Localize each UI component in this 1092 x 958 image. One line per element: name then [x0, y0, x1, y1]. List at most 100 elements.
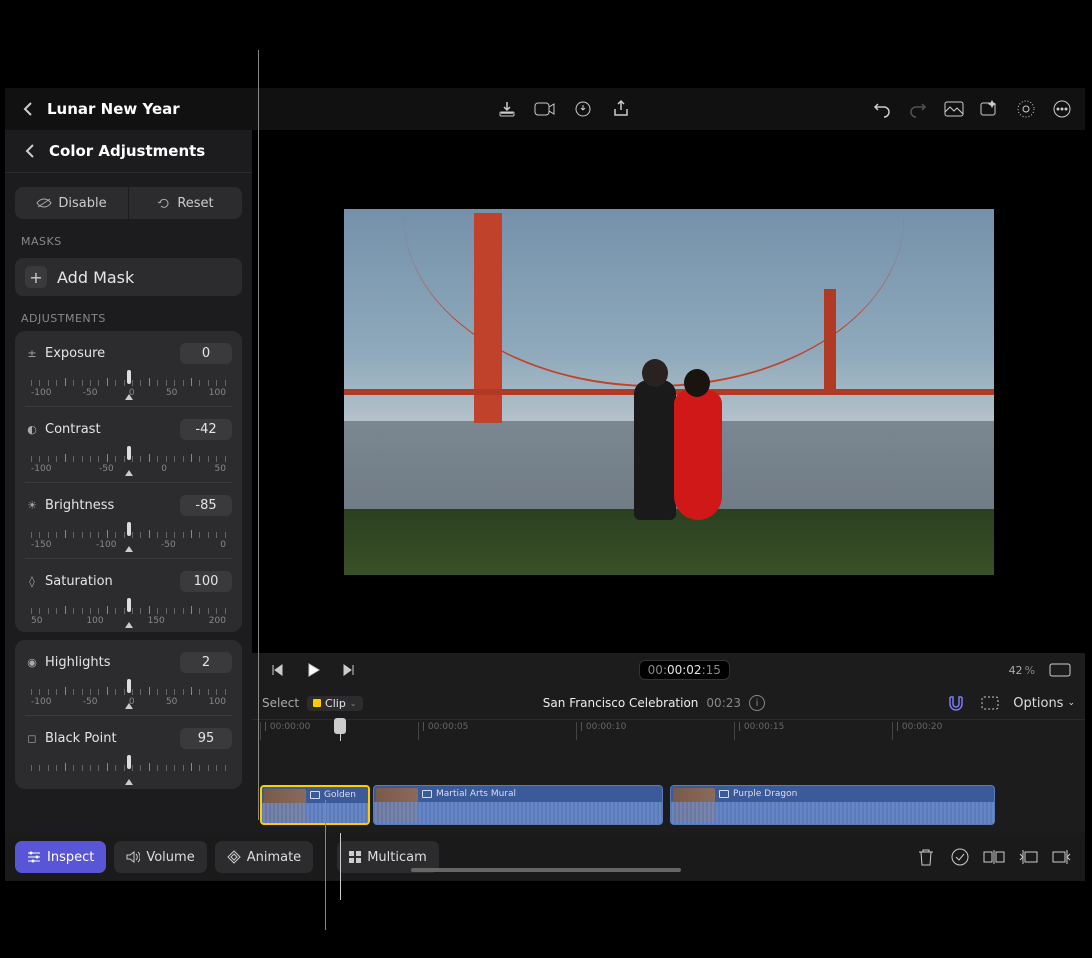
- adjustment-value[interactable]: 2: [180, 652, 232, 673]
- back-chevron-icon[interactable]: [17, 98, 39, 120]
- adjustment-name: Exposure: [45, 346, 174, 361]
- options-button[interactable]: Options ⌄: [1013, 696, 1075, 711]
- home-indicator: [411, 868, 681, 872]
- clip-name: Purple Dragon: [733, 789, 797, 799]
- adjustment-saturation: ◊ Saturation 100 50100150200: [15, 563, 242, 630]
- adjustment-value[interactable]: -42: [180, 419, 232, 440]
- disable-button[interactable]: Disable: [15, 187, 129, 219]
- time-marker: | 00:00:20: [892, 722, 942, 740]
- adjustment-exposure: ± Exposure 0 -100-50050100: [15, 335, 242, 402]
- adjustment-name: Black Point: [45, 731, 174, 746]
- magnetic-icon[interactable]: [945, 692, 967, 714]
- bottom-toolbar: Inspect Volume Animate Multicam: [5, 833, 1085, 881]
- clip-color-swatch: [313, 699, 321, 707]
- settings-dial-icon[interactable]: [1015, 98, 1037, 120]
- time-ruler[interactable]: | 00:00:00 | 00:00:05 | 00:00:10 | 00:00:15…: [252, 719, 1085, 741]
- video-preview[interactable]: [252, 130, 1085, 653]
- inspector-sidebar: Color Adjustments Disable Reset MASKS + …: [5, 130, 252, 833]
- adjustment-value[interactable]: 100: [180, 571, 232, 592]
- project-title: Lunar New Year: [47, 100, 180, 118]
- timeline-title: San Francisco Celebration: [543, 696, 699, 710]
- preview-frame: [344, 209, 994, 575]
- adjustment-slider[interactable]: -150-100-500: [25, 522, 232, 552]
- record-camera-icon[interactable]: [534, 98, 556, 120]
- adjustment-name: Highlights: [45, 655, 174, 670]
- timeline-clip[interactable]: Martial Arts Mural: [373, 785, 663, 825]
- play-icon[interactable]: [302, 659, 324, 681]
- adjustment-slider[interactable]: -100-50050: [25, 446, 232, 476]
- approve-icon[interactable]: [947, 844, 973, 870]
- undo-icon[interactable]: [871, 98, 893, 120]
- reset-icon: [157, 196, 171, 210]
- timeline-duration: 00:23: [706, 696, 741, 710]
- split-clip-icon[interactable]: [981, 844, 1007, 870]
- plus-icon: +: [25, 266, 47, 288]
- add-mask-button[interactable]: + Add Mask: [15, 258, 242, 296]
- import-icon[interactable]: [496, 98, 518, 120]
- delete-icon[interactable]: [913, 844, 939, 870]
- adjustment-value[interactable]: 95: [180, 728, 232, 749]
- time-marker: | 00:00:15: [734, 722, 784, 740]
- adjustment-slider[interactable]: -100-50050100: [25, 370, 232, 400]
- adjustment-slider[interactable]: 50100150200: [25, 598, 232, 628]
- volume-tab[interactable]: Volume: [114, 841, 206, 873]
- media-browser-icon[interactable]: [943, 98, 965, 120]
- adjustment-brightness: ☀ Brightness -85 -150-100-500: [15, 487, 242, 554]
- adjustment-icon: ◐: [25, 423, 39, 436]
- top-toolbar: Lunar New Year: [5, 88, 1085, 130]
- info-icon[interactable]: i: [749, 695, 765, 711]
- adjustment-icon: ◉: [25, 656, 39, 669]
- adjustment-icon: ◊: [25, 575, 39, 588]
- eye-off-icon: [36, 197, 52, 209]
- clip-name: Martial Arts Mural: [436, 789, 516, 799]
- adjustment-icon: ☀: [25, 499, 39, 512]
- callout-line: [325, 800, 326, 930]
- timeline-tracks[interactable]: Golden Martial Arts Mural Purple Dragon: [252, 741, 1085, 833]
- reset-button[interactable]: Reset: [129, 187, 242, 219]
- masks-section-label: MASKS: [5, 229, 252, 254]
- effects-icon[interactable]: [979, 98, 1001, 120]
- adjustment-highlights: ◉ Highlights 2 -100-50050100: [15, 644, 242, 711]
- adjustment-slider[interactable]: -100-50050100: [25, 679, 232, 709]
- more-icon[interactable]: [1051, 98, 1073, 120]
- prev-frame-icon[interactable]: [266, 659, 288, 681]
- adjustment-icon: ◻: [25, 732, 39, 745]
- panel-title: Color Adjustments: [49, 142, 205, 160]
- redo-icon: [907, 98, 929, 120]
- keyframe-icon: [227, 850, 241, 864]
- time-marker: | 00:00:05: [418, 722, 468, 740]
- inspect-tab[interactable]: Inspect: [15, 841, 106, 873]
- adjustment-name: Contrast: [45, 422, 174, 437]
- callout-line: [258, 50, 259, 820]
- animate-tab[interactable]: Animate: [215, 841, 313, 873]
- timeline-header: Select Clip ⌄ San Francisco Celebration …: [252, 687, 1085, 719]
- timeline-clip[interactable]: Golden: [260, 785, 370, 825]
- adjustment-value[interactable]: -85: [180, 495, 232, 516]
- speaker-icon: [126, 851, 140, 863]
- timeline-mode-label: Select: [262, 696, 299, 710]
- adjustment-name: Saturation: [45, 574, 174, 589]
- share-icon[interactable]: [610, 98, 632, 120]
- voiceover-icon[interactable]: [572, 98, 594, 120]
- snapping-icon[interactable]: [979, 692, 1001, 714]
- zoom-level[interactable]: 42 %: [1009, 664, 1035, 677]
- chevron-down-icon: ⌄: [350, 699, 357, 708]
- adjustment-contrast: ◐ Contrast -42 -100-50050: [15, 411, 242, 478]
- adjustment-icon: ±: [25, 347, 39, 360]
- adjustments-section-label: ADJUSTMENTS: [5, 306, 252, 331]
- panel-back-icon[interactable]: [19, 140, 41, 162]
- next-frame-icon[interactable]: [338, 659, 360, 681]
- adjustment-value[interactable]: 0: [180, 343, 232, 364]
- clip-name: Golden: [324, 790, 356, 800]
- fullscreen-icon[interactable]: [1049, 659, 1071, 681]
- timeline-clip[interactable]: Purple Dragon: [670, 785, 995, 825]
- timecode-display[interactable]: 00:00:02:15: [639, 660, 730, 680]
- clip-selector[interactable]: Clip ⌄: [307, 696, 362, 711]
- time-marker: | 00:00:00: [260, 722, 310, 740]
- trim-start-icon[interactable]: [1015, 844, 1041, 870]
- adjustment-black-point: ◻ Black Point 95: [15, 720, 242, 787]
- adjustment-slider[interactable]: [25, 755, 232, 785]
- trim-end-icon[interactable]: [1049, 844, 1075, 870]
- time-marker: | 00:00:10: [576, 722, 626, 740]
- transport-bar: 00:00:02:15 42 %: [252, 653, 1085, 687]
